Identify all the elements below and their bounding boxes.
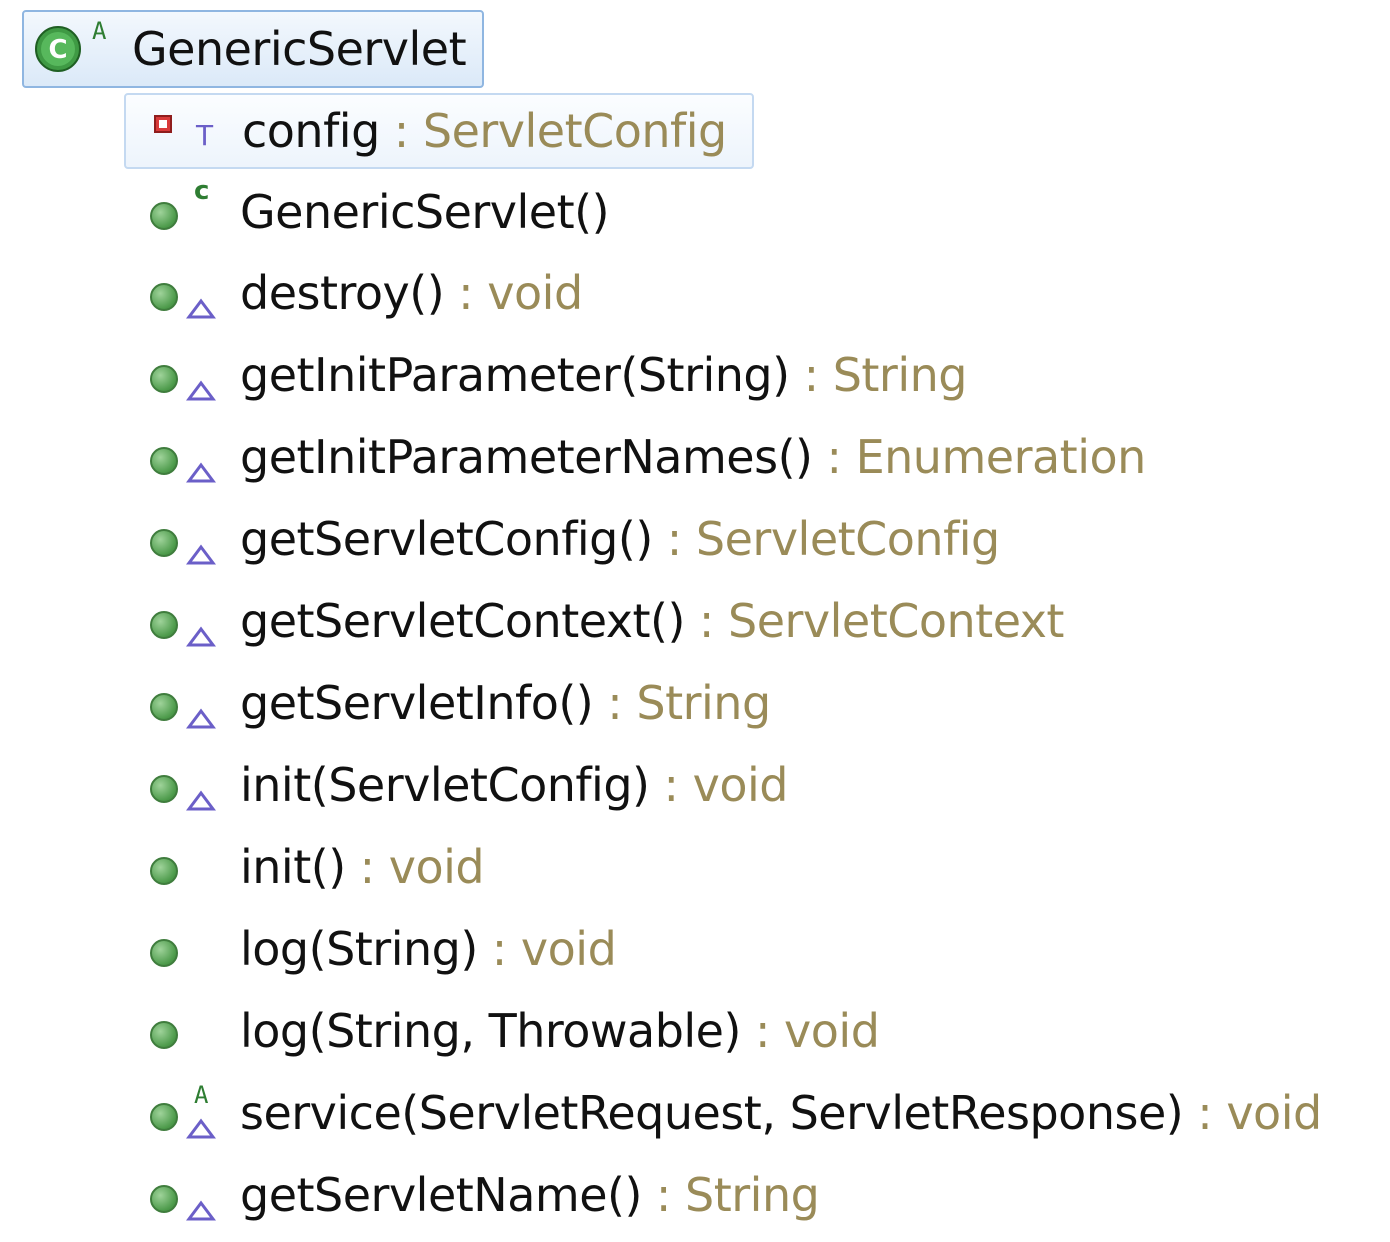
implements-icon [186,544,216,565]
implements-icon [186,708,216,729]
tree-node-method[interactable]: log(String, Throwable) : void [144,993,880,1069]
member-name: destroy() [240,266,445,320]
svg-text:C: C [48,35,67,65]
tree-node-method[interactable]: getServletConfig() : ServletConfig [144,501,1000,577]
public-method-icon [150,939,178,967]
public-method-icon [150,775,178,803]
member-type: : void [491,922,617,976]
member-type: : void [359,840,485,894]
member-type: : ServletConfig [666,512,1000,566]
public-method-icon [150,611,178,639]
class-name: GenericServlet [132,22,467,76]
member-icon-box [144,829,240,905]
member-type: : void [1197,1086,1322,1140]
member-type: : ServletConfig [393,104,727,158]
tree-node-method[interactable]: log(String) : void [144,911,617,987]
abstract-icon: A [194,1081,209,1109]
implements-icon [186,626,216,647]
tree-node-method[interactable]: init() : void [144,829,485,905]
member-icon-box: A [144,1075,240,1151]
member-type: : void [754,1004,880,1058]
class-icon-box: C A [24,11,132,87]
tree-node-class[interactable]: C A GenericServlet [22,10,484,88]
implements-icon [186,380,216,401]
member-name: getServletInfo() [240,676,594,730]
public-method-icon [150,857,178,885]
member-type: : String [655,1168,820,1222]
member-name: getInitParameterNames() [240,430,813,484]
member-icon-box [144,747,240,823]
tree-node-method[interactable]: destroy() : void [144,255,583,331]
member-type: : void [663,758,789,812]
class-icon: C [35,26,81,72]
member-type: : ServletContext [698,594,1065,648]
member-icon-box: c [144,174,240,250]
member-icon-box [144,1157,240,1233]
member-icon-box [144,255,240,331]
public-method-icon [150,447,178,475]
public-method-icon [150,693,178,721]
member-icon-box [144,583,240,659]
public-method-icon [150,1185,178,1213]
public-method-icon [150,1021,178,1049]
member-name: getInitParameter(String) [240,348,790,402]
tree-node-field-config[interactable]: T config : ServletConfig [124,93,754,169]
member-icon-box [144,911,240,987]
abstract-adornment-icon: A [92,17,107,45]
tree-node-method[interactable]: getServletName() : String [144,1157,820,1233]
tree-node-method[interactable]: getServletInfo() : String [144,665,771,741]
member-name: service(ServletRequest, ServletResponse) [240,1086,1184,1140]
member-icon-box [144,993,240,1069]
member-name: log(String) [240,922,478,976]
member-type: : String [803,348,968,402]
outline-tree: C A GenericServlet T config : ServletCon… [0,0,1390,1242]
implements-icon [186,790,216,811]
tree-node-method[interactable]: getServletContext() : ServletContext [144,583,1064,659]
implements-icon [186,462,216,483]
member-icon-box [144,419,240,495]
member-name: config [242,104,380,158]
member-icon-box [144,665,240,741]
public-method-icon [150,365,178,393]
member-name: init() [240,840,346,894]
implements-icon [186,298,216,319]
tree-node-method[interactable]: getInitParameterNames() : Enumeration [144,419,1146,495]
member-name: log(String, Throwable) [240,1004,741,1058]
private-field-icon [154,115,172,133]
member-name: getServletConfig() [240,512,653,566]
member-icon-box: T [126,93,242,169]
member-icon-box [144,501,240,577]
member-name: GenericServlet() [240,185,610,239]
public-method-icon [150,202,178,230]
member-name: init(ServletConfig) [240,758,650,812]
tree-node-method[interactable]: getInitParameter(String) : String [144,337,967,413]
implements-icon [186,1118,216,1139]
member-type: : Enumeration [826,430,1146,484]
public-method-icon [150,283,178,311]
transient-icon: T [196,119,214,152]
public-method-icon [150,1103,178,1131]
member-name: getServletName() [240,1168,642,1222]
implements-icon [186,1200,216,1221]
member-icon-box [144,337,240,413]
constructor-icon: c [194,176,210,206]
tree-node-method[interactable]: init(ServletConfig) : void [144,747,788,823]
member-name: getServletContext() [240,594,685,648]
tree-node-method[interactable]: A service(ServletRequest, ServletRespons… [144,1075,1322,1151]
member-type: : void [458,266,583,320]
public-method-icon [150,529,178,557]
tree-node-constructor[interactable]: c GenericServlet() [144,174,610,250]
member-type: : String [607,676,771,730]
